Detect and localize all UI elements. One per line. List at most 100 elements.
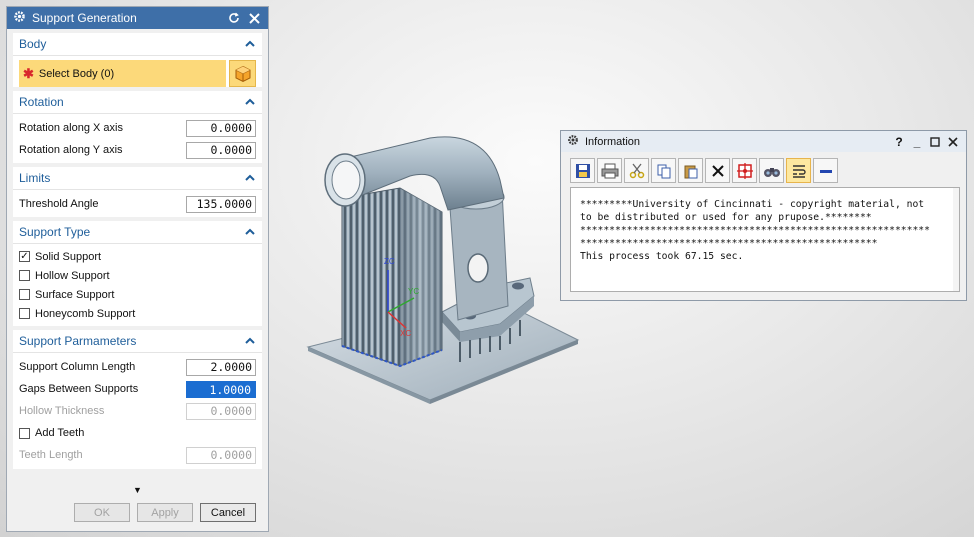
info-text-area[interactable]: *********University of Cincinnati - copy…	[570, 187, 960, 292]
find-target-icon[interactable]	[732, 158, 757, 183]
rotation-x-label: Rotation along X axis	[19, 122, 123, 134]
gaps-row: Gaps Between Supports 1.0000	[13, 378, 262, 400]
cut-icon[interactable]	[624, 158, 649, 183]
teeth-length-label: Teeth Length	[19, 449, 83, 461]
rotation-section-header[interactable]: Rotation	[13, 91, 262, 114]
option-label: Surface Support	[35, 288, 115, 301]
expand-more-icon[interactable]: ▼	[7, 485, 268, 495]
threshold-angle-input[interactable]: 135.0000	[186, 195, 256, 213]
chevron-up-icon	[245, 228, 255, 235]
column-length-input[interactable]: 2.0000	[186, 358, 256, 376]
checkbox-checked[interactable]: ✓	[19, 251, 30, 262]
gaps-input[interactable]: 1.0000	[185, 379, 257, 399]
checkbox[interactable]	[19, 427, 30, 439]
info-line: This process took 67.15 sec.	[580, 251, 744, 262]
section-title: Support Parmameters	[19, 334, 137, 348]
gear-icon	[567, 134, 579, 149]
cube-icon	[235, 65, 250, 82]
help-icon[interactable]: ?	[892, 134, 906, 150]
body-section-header[interactable]: Body	[13, 33, 262, 56]
chevron-up-icon	[245, 337, 255, 344]
info-title: Information	[585, 135, 641, 148]
rotation-y-label: Rotation along Y axis	[19, 144, 123, 156]
scrollbar[interactable]	[953, 188, 959, 291]
copy-icon[interactable]	[651, 158, 676, 183]
chevron-up-icon	[245, 40, 255, 47]
paste-icon[interactable]	[678, 158, 703, 183]
rotation-x-row: Rotation along X axis 0.0000	[13, 117, 262, 139]
model-viewport[interactable]: ZC YC XC	[290, 100, 590, 410]
hollow-thickness-input[interactable]: 0.0000	[186, 402, 256, 420]
ok-button[interactable]: OK	[74, 503, 130, 522]
apply-button[interactable]: Apply	[137, 503, 193, 522]
info-toolbar	[561, 152, 966, 183]
rotation-section: Rotation Rotation along X axis 0.0000 Ro…	[13, 91, 262, 163]
select-body-label: Select Body (0)	[38, 67, 115, 80]
column-length-row: Support Column Length 2.0000	[13, 356, 262, 378]
add-teeth-label: Add Teeth	[35, 427, 85, 439]
option-label: Solid Support	[35, 250, 102, 263]
rotation-y-input[interactable]: 0.0000	[186, 141, 256, 159]
binoculars-icon[interactable]	[759, 158, 784, 183]
honeycomb-support-option[interactable]: Honeycomb Support	[13, 304, 262, 323]
information-dialog: Information ? _ *********University of C…	[560, 130, 967, 301]
checkbox[interactable]	[19, 308, 30, 319]
threshold-angle-label: Threshold Angle	[19, 198, 99, 210]
support-type-section-header[interactable]: Support Type	[13, 221, 262, 244]
hollow-support-option[interactable]: Hollow Support	[13, 266, 262, 285]
support-parameters-section-header[interactable]: Support Parmameters	[13, 330, 262, 353]
cancel-button[interactable]: Cancel	[200, 503, 256, 522]
body-section: Body ✱ Select Body (0)	[13, 33, 262, 87]
chevron-up-icon	[245, 98, 255, 105]
support-generation-dialog: Support Generation Body ✱ Select Body (0…	[6, 6, 269, 532]
column-length-label: Support Column Length	[19, 361, 136, 373]
section-title: Rotation	[19, 95, 64, 109]
info-line: to be distributed or used for any prupos…	[580, 212, 872, 223]
hollow-thickness-label: Hollow Thickness	[19, 405, 105, 417]
checkbox[interactable]	[19, 289, 30, 300]
option-label: Honeycomb Support	[35, 307, 136, 320]
chevron-up-icon	[245, 174, 255, 181]
close-icon[interactable]	[246, 10, 262, 26]
dialog-titlebar: Support Generation	[7, 7, 268, 29]
info-line: *********University of Cincinnati - copy…	[580, 199, 925, 210]
limits-section: Limits Threshold Angle 135.0000	[13, 167, 262, 217]
required-star-icon: ✱	[23, 65, 34, 81]
save-icon[interactable]	[570, 158, 595, 183]
support-columns	[341, 187, 443, 368]
add-teeth-row[interactable]: Add Teeth	[13, 422, 262, 444]
threshold-angle-row: Threshold Angle 135.0000	[13, 193, 262, 215]
info-line: ****************************************…	[580, 238, 878, 249]
option-label: Hollow Support	[35, 269, 110, 282]
minimize-icon[interactable]: _	[910, 134, 924, 150]
solid-support-option[interactable]: ✓ Solid Support	[13, 247, 262, 266]
rotation-x-input[interactable]: 0.0000	[186, 119, 256, 137]
hollow-thickness-row: Hollow Thickness 0.0000	[13, 400, 262, 422]
info-titlebar: Information ? _	[561, 131, 966, 152]
gaps-label: Gaps Between Supports	[19, 383, 139, 395]
surface-support-option[interactable]: Surface Support	[13, 285, 262, 304]
select-body-row[interactable]: ✱ Select Body (0)	[19, 60, 256, 87]
limits-section-header[interactable]: Limits	[13, 167, 262, 190]
info-line: ****************************************…	[580, 225, 930, 236]
teeth-length-input[interactable]: 0.0000	[186, 446, 256, 464]
select-body-button[interactable]	[229, 60, 256, 87]
close-icon[interactable]	[946, 134, 960, 150]
section-title: Support Type	[19, 225, 91, 239]
section-title: Limits	[19, 171, 51, 185]
checkbox[interactable]	[19, 270, 30, 281]
teeth-length-row: Teeth Length 0.0000	[13, 444, 262, 466]
section-title: Body	[19, 37, 47, 51]
delete-icon[interactable]	[705, 158, 730, 183]
word-wrap-icon[interactable]	[786, 158, 811, 183]
support-parameters-section: Support Parmameters Support Column Lengt…	[13, 330, 262, 469]
gear-icon	[13, 10, 26, 26]
collapse-icon[interactable]	[813, 158, 838, 183]
maximize-icon[interactable]	[928, 134, 942, 150]
axis-x-label: XC	[400, 329, 411, 338]
select-body-field[interactable]: ✱ Select Body (0)	[19, 60, 226, 87]
rotation-y-row: Rotation along Y axis 0.0000	[13, 139, 262, 161]
axis-z-label: ZC	[384, 257, 395, 266]
print-icon[interactable]	[597, 158, 622, 183]
reset-icon[interactable]	[226, 10, 242, 26]
